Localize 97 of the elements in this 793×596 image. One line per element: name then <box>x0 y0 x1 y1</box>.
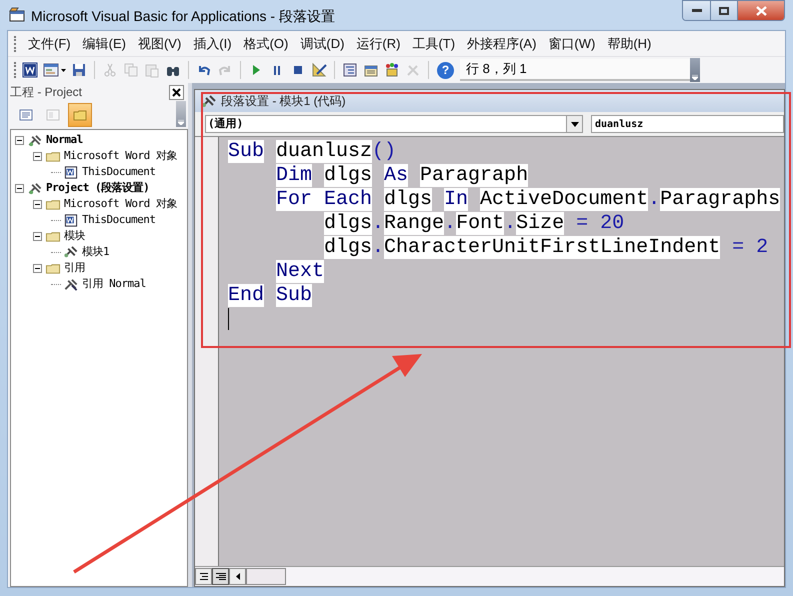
close-button[interactable] <box>169 84 184 100</box>
collapse-button[interactable] <box>15 184 24 192</box>
procedure-dropdown[interactable]: duanlusz <box>591 115 784 133</box>
cursor-position: 行 8，列 1 <box>465 60 527 78</box>
panel-title: 工程 - Project <box>10 84 82 101</box>
vba-project-icon <box>27 180 43 196</box>
design-mode-icon <box>311 62 327 78</box>
code-token: Font <box>456 212 504 235</box>
collapse-button[interactable] <box>33 200 42 208</box>
form-view-icon <box>45 107 61 123</box>
code-token: Sub <box>228 140 264 163</box>
tree-item[interactable]: Normal <box>46 132 83 148</box>
menu-item[interactable]: 窗口(W) <box>542 34 602 54</box>
code-token: Paragraph <box>420 164 528 187</box>
code-token: As <box>384 164 408 187</box>
object-dropdown[interactable]: (通用) <box>205 115 583 133</box>
scroll-left-button[interactable] <box>229 568 246 585</box>
code-token: = 2 <box>732 236 768 259</box>
code-token: ActiveDocument <box>480 188 648 211</box>
maximize-button[interactable] <box>711 1 738 20</box>
tree-item[interactable]: ThisDocument <box>82 212 156 228</box>
procedure-view-button[interactable] <box>195 568 212 585</box>
tree-item[interactable]: Microsoft Word 对象 <box>64 196 177 212</box>
toolbar-overflow-button[interactable] <box>690 58 700 82</box>
word-icon <box>22 62 38 78</box>
code-token: Next <box>276 260 324 283</box>
object-browser-icon <box>384 62 400 78</box>
caret-icon <box>61 68 66 72</box>
menu-item[interactable]: 文件(F) <box>22 34 77 54</box>
menu-item[interactable]: 调试(D) <box>294 34 350 54</box>
menu-item[interactable]: 编辑(E) <box>76 34 132 54</box>
word-document-icon <box>63 212 79 228</box>
code-token: CharacterUnitFirstLineIndent <box>384 236 720 259</box>
code-token: . <box>372 236 384 259</box>
form-icon <box>43 62 59 78</box>
collapse-button[interactable] <box>33 264 42 272</box>
collapse-button[interactable] <box>33 152 42 160</box>
code-token: . <box>372 212 384 235</box>
menu-item[interactable]: 视图(V) <box>132 34 188 54</box>
close-icon <box>756 6 766 16</box>
menu-item[interactable]: 外接程序(A) <box>461 34 542 54</box>
code-token: . <box>504 212 516 235</box>
dropdown-arrow-icon <box>570 122 578 126</box>
copy-icon <box>123 62 139 78</box>
collapse-button[interactable] <box>33 232 42 240</box>
code-view-icon <box>18 107 34 123</box>
code-token: For Each <box>276 188 372 211</box>
code-token: In <box>444 188 468 211</box>
code-token: dlgs <box>324 164 372 187</box>
module-icon <box>63 244 79 260</box>
caret-icon <box>692 75 698 80</box>
reference-icon <box>63 276 79 292</box>
tree-item[interactable]: 模块1 <box>82 244 110 260</box>
code-token: dlgs <box>324 236 372 259</box>
project-explorer-icon <box>342 62 358 78</box>
code-token: Sub <box>276 284 312 307</box>
menu-item[interactable]: 工具(T) <box>406 34 462 54</box>
tree-item[interactable]: Microsoft Word 对象 <box>64 148 177 164</box>
close-icon <box>172 88 181 96</box>
menu-item[interactable]: 运行(R) <box>350 34 406 54</box>
code-token: Dim <box>276 164 312 187</box>
collapse-button[interactable] <box>15 136 24 144</box>
tree-item[interactable]: Project (段落设置) <box>46 180 150 196</box>
tree-item[interactable]: 引用 <box>64 260 85 276</box>
app-window-icon <box>9 6 26 23</box>
code-token: . <box>444 212 456 235</box>
scrollbar-thumb[interactable] <box>246 568 286 585</box>
help-button[interactable]: ? <box>437 62 454 78</box>
code-token: . <box>648 188 660 211</box>
window-title: Microsoft Visual Basic for Applications - 段落设置 <box>31 7 335 26</box>
code-token: duanlusz <box>276 140 372 163</box>
menu-item[interactable]: 插入(I) <box>187 34 238 54</box>
tree-item[interactable]: 引用 Normal <box>82 276 146 292</box>
code-token: Size <box>516 212 564 235</box>
menu-item[interactable]: 帮助(H) <box>601 34 658 54</box>
module-icon <box>201 94 217 108</box>
word-document-icon <box>63 164 79 180</box>
text-cursor <box>228 308 229 330</box>
code-token: dlgs <box>384 188 432 211</box>
tree-item[interactable]: 模块 <box>64 228 85 244</box>
code-token: = 20 <box>576 212 624 235</box>
full-module-view-button[interactable] <box>212 568 229 585</box>
minimize-button[interactable] <box>683 1 711 20</box>
left-arrow-icon <box>236 573 240 580</box>
code-token: () <box>372 140 396 163</box>
code-token: End <box>228 284 264 307</box>
caret-icon <box>178 120 184 125</box>
code-token: Paragraphs <box>660 188 780 211</box>
vba-project-icon <box>27 132 43 148</box>
toolbar-button[interactable] <box>21 60 39 80</box>
scissors-icon <box>102 62 118 78</box>
code-token: dlgs <box>324 212 372 235</box>
code-token: Range <box>384 212 444 235</box>
clipboard-icon <box>144 62 160 78</box>
code-window-title: 段落设置 - 模块1 (代码) <box>221 93 346 110</box>
tree-item[interactable]: ThisDocument <box>82 164 156 180</box>
menu-item[interactable]: 格式(O) <box>238 34 294 54</box>
